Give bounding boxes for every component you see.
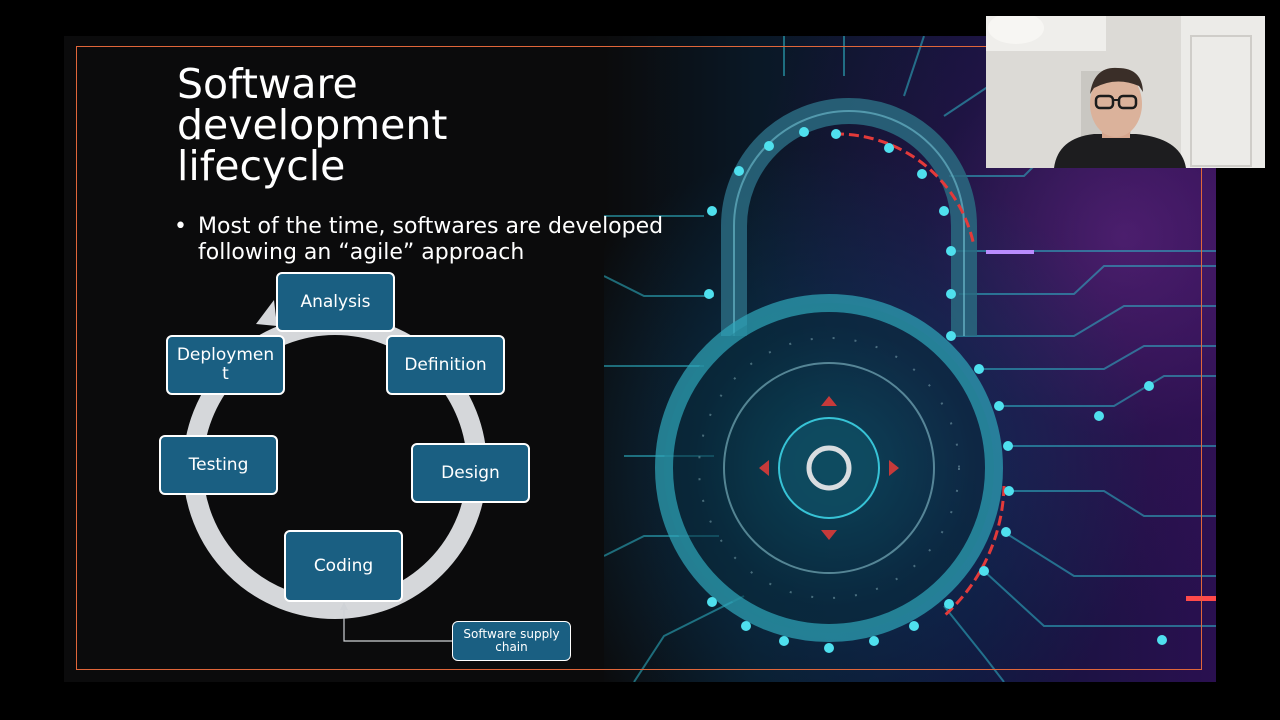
node-software-supply-chain: Software supply chain <box>452 621 571 661</box>
node-deployment: Deploymen t <box>166 335 285 395</box>
node-design: Design <box>411 443 530 503</box>
cycle-arrowhead <box>256 300 277 326</box>
node-coding: Coding <box>284 530 403 602</box>
presenter-icon <box>986 16 1265 168</box>
node-analysis: Analysis <box>276 272 395 332</box>
presenter-video <box>986 16 1265 168</box>
node-testing: Testing <box>159 435 278 495</box>
node-definition: Definition <box>386 335 505 395</box>
